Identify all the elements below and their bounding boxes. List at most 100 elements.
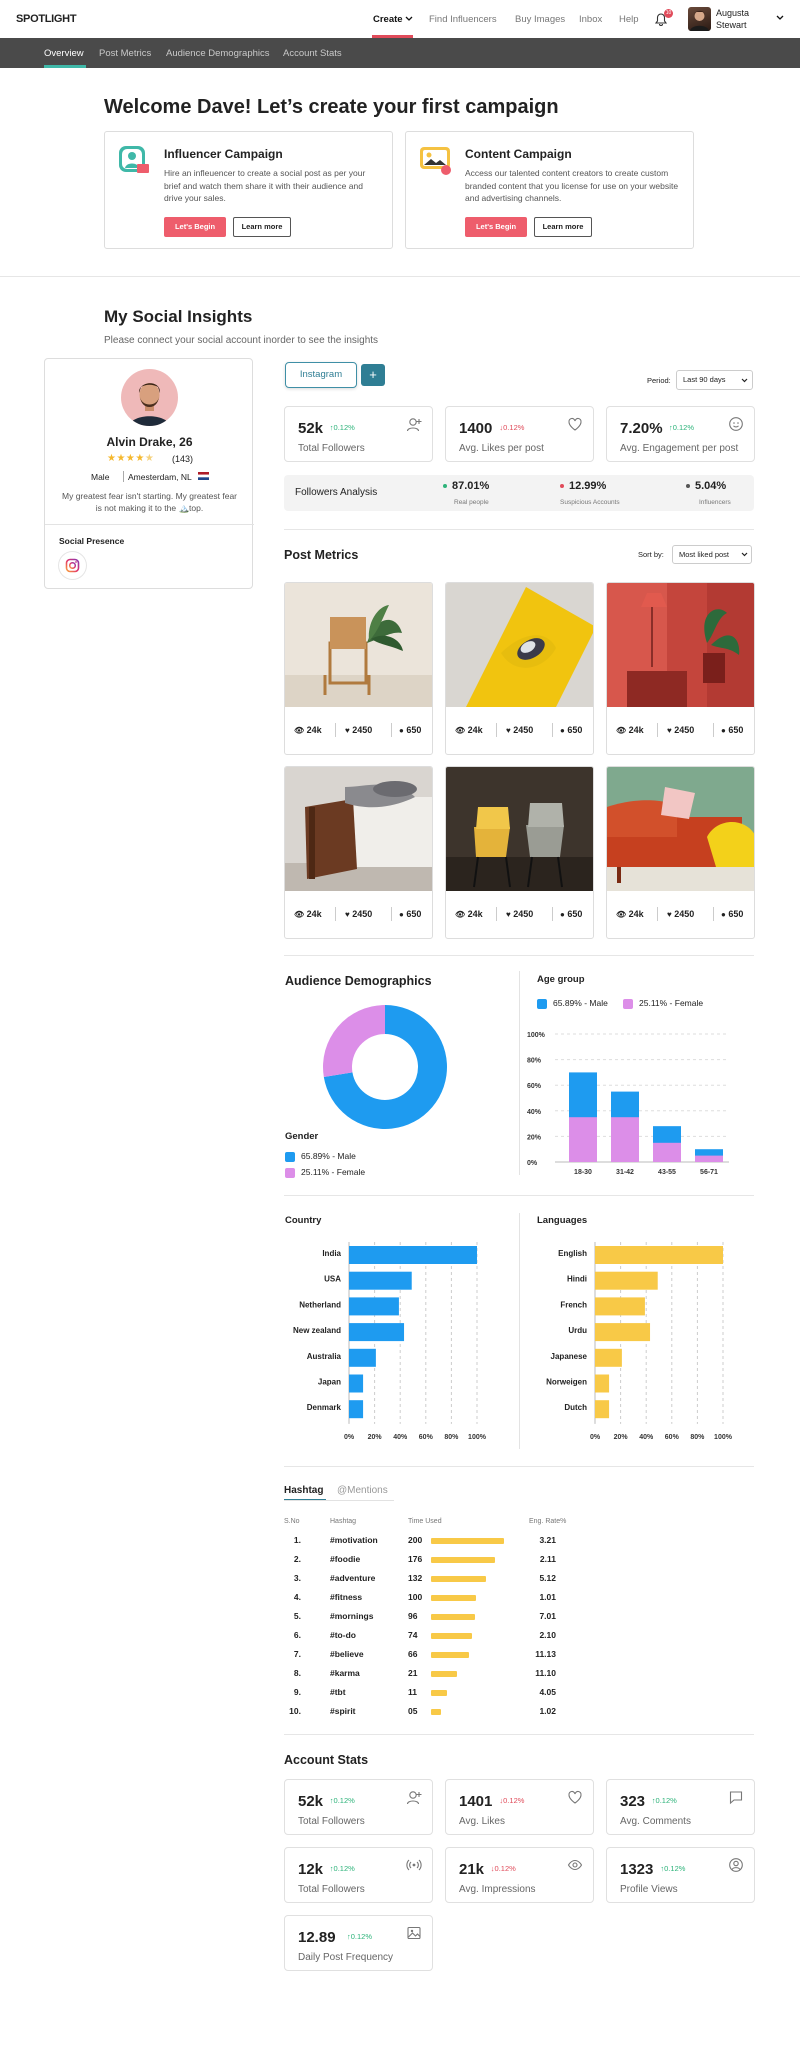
learn-more-button[interactable]: Learn more <box>534 217 592 237</box>
profile-avatar <box>121 369 178 426</box>
post-image[interactable] <box>446 767 594 891</box>
table-row: 7. #believe 66 11.13 <box>284 1649 584 1665</box>
table-row: 2. #foodie 176 2.11 <box>284 1554 584 1570</box>
eye-icon: 👁 <box>455 726 466 735</box>
category-label: Urdu <box>568 1326 587 1335</box>
instagram-link[interactable] <box>59 552 86 579</box>
post-image[interactable] <box>607 767 755 891</box>
category-label: USA <box>324 1275 341 1284</box>
nav-find-influencers[interactable]: Find Influencers <box>429 14 497 25</box>
user-avatar[interactable] <box>688 7 711 31</box>
user-name[interactable]: Augusta Stewart <box>716 7 776 31</box>
stat-label: Avg. Comments <box>620 1816 691 1827</box>
category-label: Australia <box>307 1352 342 1361</box>
eng-rate: 4.05 <box>539 1687 556 1697</box>
post-image[interactable] <box>285 583 433 707</box>
account-stats-title: Account Stats <box>284 1753 369 1767</box>
post-card[interactable]: 👁 24k ♥ 2450 ● 650 <box>445 766 594 939</box>
x-tick-label: 40% <box>639 1434 654 1441</box>
post-card[interactable]: 👁 24k ♥ 2450 ● 650 <box>284 766 433 939</box>
stat-value: 12.89 <box>298 1929 336 1946</box>
stat-value: 7.20% <box>620 420 663 437</box>
subnav-post-metrics[interactable]: Post Metrics <box>99 48 151 59</box>
chevron-down-icon[interactable] <box>776 15 784 21</box>
brand-logo[interactable]: SPOTLIGHT <box>16 13 77 25</box>
country-title: Country <box>285 1215 322 1226</box>
social-presence-title: Social Presence <box>59 536 125 546</box>
status-dot <box>686 484 690 488</box>
content-campaign-card: Content Campaign Access our talented con… <box>405 131 694 249</box>
post-card[interactable]: 👁 24k ♥ 2450 ● 650 <box>606 766 755 939</box>
category-label: Norweigen <box>546 1378 587 1387</box>
nav-help[interactable]: Help <box>619 14 639 25</box>
usage-bar <box>431 1709 442 1715</box>
likes-count: ♥ 2450 <box>667 909 695 919</box>
views-count: 👁 24k <box>455 909 483 919</box>
views-count: 👁 24k <box>616 725 644 735</box>
stat-value: 52k <box>298 1793 324 1810</box>
x-tick-label: 60% <box>419 1434 434 1441</box>
period-select[interactable]: Last 90 days <box>676 370 753 390</box>
subnav-overview[interactable]: Overview <box>44 48 84 59</box>
profile-bio: My greatest fear isn't starting. My grea… <box>62 491 237 513</box>
post-stats: 👁 24k ♥ 2450 ● 650 <box>607 891 754 938</box>
learn-more-button[interactable]: Learn more <box>233 217 291 237</box>
stat-card: 323 ↑0.12% Avg. Comments <box>606 1779 755 1835</box>
post-image[interactable] <box>285 767 433 891</box>
eng-rate: 1.02 <box>539 1706 556 1716</box>
row-number: 5. <box>293 1611 301 1621</box>
usage-bar <box>431 1633 472 1639</box>
instagram-tab[interactable]: Instagram <box>285 362 357 388</box>
age-group-chart: 100% 80% 60% 40% 20% 0% 18-30 31-42 43-55 56-71 <box>527 1032 729 1176</box>
add-account-button[interactable]: + <box>361 364 385 386</box>
comments-count: ● 650 <box>721 725 744 735</box>
stat-card: 52k ↑0.12% Total Followers <box>284 406 433 462</box>
tab-hashtag[interactable]: Hashtag <box>284 1485 323 1496</box>
y-tick-label: 60% <box>527 1083 542 1090</box>
post-card[interactable]: 👁 24k ♥ 2450 ● 650 <box>445 582 594 755</box>
nav-inbox[interactable]: Inbox <box>579 14 602 25</box>
post-stats: 👁 24k ♥ 2450 ● 650 <box>285 707 432 754</box>
views-count: 👁 24k <box>455 725 483 735</box>
subnav-audience-demographics[interactable]: Audience Demographics <box>166 48 270 59</box>
legend-swatch <box>623 998 633 1009</box>
hashtag-count: 21 <box>408 1668 418 1678</box>
comments-count: ● 650 <box>560 909 583 919</box>
comments-count: ● 650 <box>399 909 422 919</box>
post-image[interactable] <box>607 583 755 707</box>
comments-count: ● 650 <box>560 725 583 735</box>
divider <box>284 1734 754 1735</box>
divider <box>284 1466 754 1467</box>
y-tick-label: 100% <box>527 1032 546 1039</box>
status-dot <box>443 484 447 488</box>
eye-icon: 👁 <box>294 910 305 919</box>
sort-select[interactable]: Most liked post <box>672 545 752 564</box>
rating-count: (143) <box>172 454 194 464</box>
x-tick-label: 80% <box>690 1434 705 1441</box>
subnav-account-stats[interactable]: Account Stats <box>283 48 342 59</box>
eye-icon: 👁 <box>455 910 466 919</box>
stat-delta: ↓0.12% <box>490 1864 516 1873</box>
hashtag-name: #foodie <box>330 1554 361 1564</box>
stat-card: 12.89 ↑0.12% Daily Post Frequency <box>284 1915 433 1971</box>
row-number: 3. <box>293 1573 301 1583</box>
bar <box>595 1297 645 1316</box>
bar <box>595 1246 723 1264</box>
post-card[interactable]: 👁 24k ♥ 2450 ● 650 <box>284 582 433 755</box>
gender-title: Gender <box>285 1131 319 1142</box>
table-row: 8. #karma 21 11.10 <box>284 1668 584 1684</box>
post-image[interactable] <box>446 583 594 707</box>
lets-begin-button[interactable]: Let's Begin <box>465 217 527 237</box>
stat-value: 1401 <box>459 1793 493 1810</box>
nav-buy-images[interactable]: Buy Images <box>515 14 565 25</box>
tab-mentions[interactable]: @Mentions <box>337 1485 388 1496</box>
post-card[interactable]: 👁 24k ♥ 2450 ● 650 <box>606 582 755 755</box>
nav-create[interactable]: Create <box>373 14 413 25</box>
divider <box>496 907 497 921</box>
stat-label: Avg. Engagement per post <box>620 443 739 454</box>
x-tick-label: 43-55 <box>658 1169 676 1176</box>
bar <box>349 1271 412 1290</box>
lets-begin-button[interactable]: Let's Begin <box>164 217 226 237</box>
languages-chart: 0% 20% 40% 60% 80% 100% English Hindi French Urdu… <box>546 1242 733 1441</box>
influencer-campaign-icon <box>119 146 149 173</box>
